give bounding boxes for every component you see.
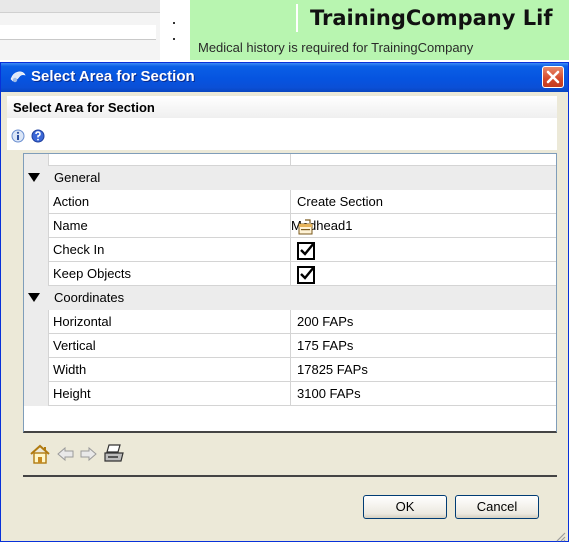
edit-name-icon[interactable] — [297, 218, 315, 236]
dialog-title: Select Area for Section — [31, 68, 195, 85]
checkmark-icon — [300, 266, 315, 280]
property-value[interactable]: 175 FAPs — [297, 338, 353, 353]
property-row-vertical[interactable]: Vertical 175 FAPs — [24, 334, 556, 358]
property-grid: General Action Create Section Name Medhe… — [23, 153, 557, 433]
property-label: Vertical — [53, 338, 96, 353]
property-label: Check In — [53, 242, 105, 257]
property-row-name[interactable]: Name Medhead1 — [24, 214, 556, 238]
background-subtitle: Medical history is required for Training… — [198, 40, 474, 55]
dialog-header: Select Area for Section — [7, 96, 557, 150]
grid-header-row — [24, 154, 556, 166]
property-row-horizontal[interactable]: Horizontal 200 FAPs — [24, 310, 556, 334]
app-icon — [9, 69, 27, 85]
keep-objects-checkbox[interactable] — [297, 266, 315, 284]
property-value[interactable]: 17825 FAPs — [297, 362, 368, 377]
property-row-height[interactable]: Height 3100 FAPs — [24, 382, 556, 406]
info-icon[interactable] — [11, 128, 25, 143]
collapse-triangle-icon[interactable] — [28, 173, 40, 182]
check-in-checkbox[interactable] — [297, 242, 315, 260]
background-divider — [296, 4, 298, 32]
close-icon — [546, 70, 560, 84]
property-row-keep-objects[interactable]: Keep Objects — [24, 262, 556, 286]
background-strip — [0, 0, 160, 13]
dialog-titlebar[interactable]: Select Area for Section — [1, 63, 568, 92]
collapse-triangle-icon[interactable] — [28, 293, 40, 302]
property-label: Name — [53, 218, 88, 233]
property-value[interactable]: 200 FAPs — [297, 314, 353, 329]
header-band: Select Area for Section — [7, 96, 557, 118]
property-value[interactable]: Create Section — [297, 194, 383, 209]
background-title: TrainingCompany Lif — [310, 6, 553, 30]
select-area-dialog: Select Area for Section Select Area for … — [0, 62, 569, 542]
forward-arrow-icon[interactable] — [79, 446, 97, 466]
background-field — [0, 25, 156, 40]
help-icon[interactable] — [31, 128, 45, 143]
property-label: Horizontal — [53, 314, 112, 329]
property-label: Keep Objects — [53, 266, 132, 281]
background-page: TrainingCompany Lif Medical history is r… — [190, 0, 569, 60]
category-label: Coordinates — [54, 290, 125, 305]
home-icon[interactable] — [29, 443, 51, 469]
close-button[interactable] — [542, 66, 564, 88]
category-coordinates[interactable]: Coordinates — [24, 286, 556, 310]
property-label: Action — [53, 194, 90, 209]
cancel-button[interactable]: Cancel — [455, 495, 539, 519]
header-title: Select Area for Section — [13, 100, 155, 115]
navigation-toolbar — [23, 437, 557, 477]
resize-grip-icon[interactable] — [554, 527, 566, 542]
print-icon[interactable] — [103, 443, 125, 469]
dialog-buttons: OK Cancel — [23, 477, 557, 527]
property-label: Height — [53, 386, 91, 401]
back-arrow-icon[interactable] — [57, 446, 75, 466]
property-row-width[interactable]: Width 17825 FAPs — [24, 358, 556, 382]
background-separator — [163, 0, 183, 60]
category-label: General — [54, 170, 101, 185]
category-general[interactable]: General — [24, 166, 556, 190]
property-row-check-in[interactable]: Check In — [24, 238, 556, 262]
checkmark-icon — [300, 242, 315, 256]
property-label: Width — [53, 362, 87, 377]
property-value[interactable]: 3100 FAPs — [297, 386, 361, 401]
property-row-action[interactable]: Action Create Section — [24, 190, 556, 214]
background-panel — [0, 0, 160, 60]
ok-button[interactable]: OK — [363, 495, 447, 519]
